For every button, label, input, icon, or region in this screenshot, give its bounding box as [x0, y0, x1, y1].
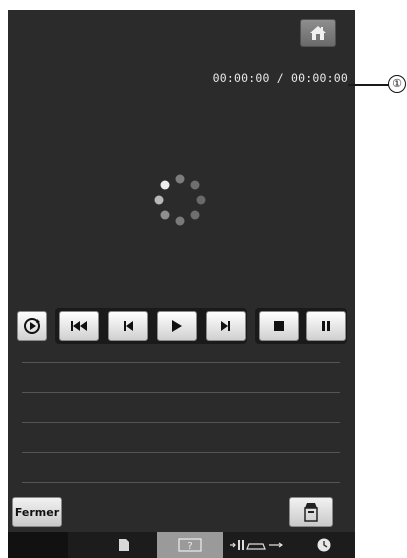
- document-icon: [119, 539, 129, 551]
- clock-icon: [317, 538, 331, 552]
- player-screen: 00:00:00 / 00:00:00 Fermer ?: [8, 10, 355, 558]
- next-icon: [221, 321, 230, 331]
- stop-icon: [274, 321, 284, 331]
- divider-line: [22, 452, 340, 453]
- home-button[interactable]: [300, 19, 336, 47]
- repeat-button[interactable]: [17, 311, 47, 341]
- divider-line: [22, 482, 340, 483]
- stop-button[interactable]: [259, 311, 299, 341]
- help-icon: ?: [178, 538, 202, 552]
- svg-text:?: ?: [187, 541, 192, 552]
- repeat-icon: [24, 318, 40, 334]
- sewing-width-icon: [230, 540, 283, 550]
- home-icon: [310, 26, 326, 40]
- callout-number: ①: [388, 75, 406, 93]
- tab-clock[interactable]: [304, 532, 344, 558]
- tab-sewing-width[interactable]: [226, 532, 286, 558]
- time-display: 00:00:00 / 00:00:00: [212, 71, 348, 85]
- divider-line: [22, 422, 340, 423]
- skip-to-start-icon: [71, 321, 87, 331]
- bottom-tab-bar: ?: [8, 532, 355, 558]
- tab-help[interactable]: ?: [157, 532, 223, 558]
- pause-button[interactable]: [306, 311, 346, 341]
- loading-spinner-icon: [154, 174, 206, 226]
- callout-line: [348, 84, 390, 86]
- previous-icon: [124, 321, 133, 331]
- play-icon: [172, 320, 182, 332]
- next-button[interactable]: [206, 311, 246, 341]
- tab-empty: [8, 532, 68, 558]
- skip-to-start-button[interactable]: [59, 311, 99, 341]
- divider-line: [22, 362, 340, 363]
- playback-controls: [17, 308, 347, 349]
- device-icon: [304, 503, 318, 522]
- pause-icon: [322, 321, 330, 331]
- tab-document[interactable]: [104, 532, 144, 558]
- previous-button[interactable]: [108, 311, 148, 341]
- divider-line: [22, 392, 340, 393]
- device-button[interactable]: [289, 497, 333, 527]
- close-button[interactable]: Fermer: [12, 497, 62, 527]
- play-button[interactable]: [157, 311, 197, 341]
